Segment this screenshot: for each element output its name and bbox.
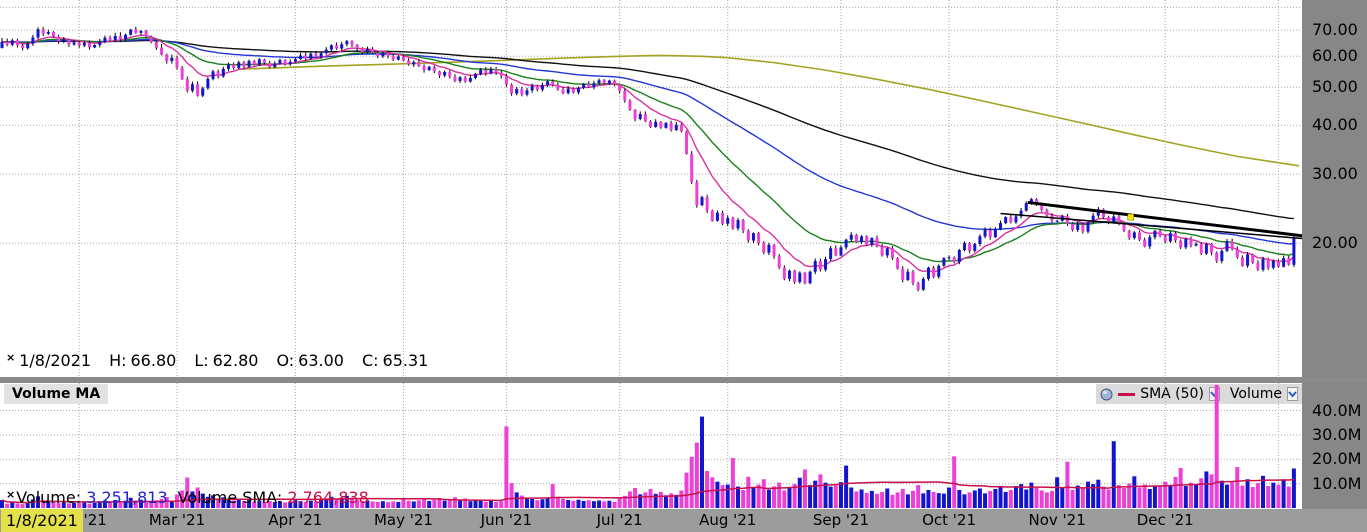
price-tick-label: 70.00: [1312, 21, 1358, 39]
month-label: Jul '21: [597, 511, 643, 529]
panel-divider[interactable]: [0, 377, 1367, 383]
volume-sma-dropdown[interactable]: [1209, 387, 1220, 401]
month-label: Sep '21: [813, 511, 869, 529]
readout-open-value: 63.00: [298, 351, 344, 370]
volume-legend-label: Volume: [1230, 386, 1282, 402]
stock-chart-app: SMA (50) Volume × 1/8/2021 H: 66.80 L: 62.80 O…: [0, 0, 1367, 532]
readout-close-value: 65.31: [383, 351, 429, 370]
month-label: Aug '21: [699, 511, 756, 529]
month-label: '21: [84, 511, 107, 529]
volume-tick-label: 30.0M: [1312, 426, 1361, 444]
price-tick-label: 30.00: [1312, 165, 1358, 183]
readout-low-value: 62.80: [213, 351, 259, 370]
readout-close-label: C:: [362, 351, 379, 370]
volume-sma-line-sample: [1118, 393, 1135, 396]
readout-date: 1/8/2021: [19, 351, 91, 370]
readout-high-value: 66.80: [131, 351, 177, 370]
volume-readout-value: 3,251,813: [86, 488, 167, 507]
month-label: Mar '21: [149, 511, 205, 529]
volume-tick-label: 40.0M: [1312, 402, 1361, 420]
month-label: Jun '21: [481, 511, 532, 529]
volume-readout-label: Volume:: [16, 488, 81, 507]
volume-dropdown[interactable]: [1287, 387, 1298, 401]
volume-sma-readout-label: Volume SMA:: [178, 488, 283, 507]
time-axis-strip[interactable]: 1/8/2021 '21 Mar '21 Apr '21 May '21 Jun '21…: [0, 509, 1367, 532]
readout-high-label: H:: [109, 351, 126, 370]
volume-tick-label: 10.0M: [1312, 475, 1361, 493]
volume-sma-legend-label: SMA (50): [1140, 386, 1204, 402]
volume-ma-panel-title[interactable]: Volume MA: [4, 384, 108, 404]
remove-indicator-icon[interactable]: ×: [6, 351, 15, 364]
volume-tick-label: 20.0M: [1312, 450, 1361, 468]
volume-legend: SMA (50) Volume: [1096, 384, 1302, 404]
price-tick-label: 20.00: [1312, 234, 1358, 252]
indicator-globe-icon[interactable]: [1100, 388, 1113, 401]
remove-indicator-icon[interactable]: ×: [6, 488, 15, 501]
price-tick-label: 40.00: [1312, 116, 1358, 134]
price-chart-plot[interactable]: [0, 0, 1302, 377]
readout-open-label: O:: [276, 351, 294, 370]
price-tick-label: 50.00: [1312, 78, 1358, 96]
readout-low-label: L:: [194, 351, 208, 370]
ohlc-readout: × 1/8/2021 H: 66.80 L: 62.80 O:63.00 C:65.31: [6, 351, 432, 370]
month-label: Dec '21: [1137, 511, 1194, 529]
month-label: Nov '21: [1028, 511, 1085, 529]
price-tick-label: 60.00: [1312, 47, 1358, 65]
month-label: Oct '21: [922, 511, 976, 529]
price-axis-strip[interactable]: 70.00 60.00 50.00 40.00 30.00 20.00 40.0M 30.0M…: [1302, 0, 1367, 509]
selected-date-highlight: 1/8/2021: [1, 509, 83, 532]
volume-readout: ×Volume: 3,251,813 Volume SMA: 2,764,838: [6, 488, 369, 507]
volume-sma-readout-value: 2,764,838: [287, 488, 368, 507]
month-label: Apr '21: [268, 511, 322, 529]
month-label: May '21: [374, 511, 433, 529]
